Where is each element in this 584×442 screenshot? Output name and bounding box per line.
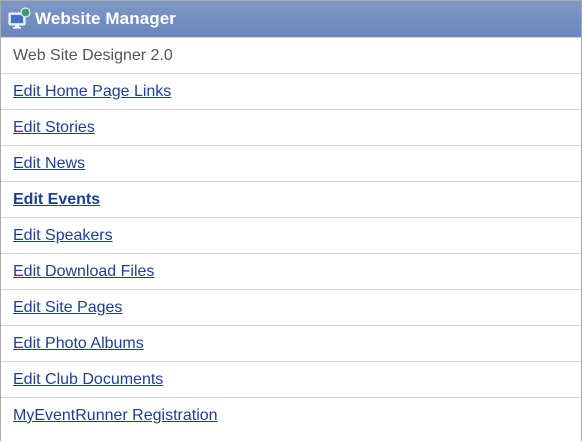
list-item: Edit Download Files [1,253,581,289]
list-item: Edit Club Documents [1,361,581,397]
myeventrunner-registration-link[interactable]: MyEventRunner Registration [13,407,218,425]
edit-club-documents-link[interactable]: Edit Club Documents [13,371,163,389]
list-item: Edit Home Page Links [1,73,581,109]
edit-photo-albums-link[interactable]: Edit Photo Albums [13,335,144,353]
list-item: MyEventRunner Registration [1,397,581,433]
edit-stories-link[interactable]: Edit Stories [13,119,95,137]
list-item: Edit Speakers [1,217,581,253]
list-item: Edit News [1,145,581,181]
list-item: Edit Photo Albums [1,325,581,361]
edit-events-link[interactable]: Edit Events [13,191,100,209]
panel-header: Website Manager [1,1,581,37]
panel-title: Website Manager [35,9,177,28]
list-item: Edit Site Pages [1,289,581,325]
list-item: Edit Stories [1,109,581,145]
edit-speakers-link[interactable]: Edit Speakers [13,227,113,245]
website-manager-panel: Website Manager Web Site Designer 2.0 Ed… [0,0,582,441]
edit-site-pages-link[interactable]: Edit Site Pages [13,299,122,317]
edit-home-page-links-link[interactable]: Edit Home Page Links [13,83,171,101]
edit-news-link[interactable]: Edit News [13,155,85,173]
subtitle-row: Web Site Designer 2.0 [1,37,581,73]
monitor-globe-icon [7,7,31,31]
edit-download-files-link[interactable]: Edit Download Files [13,263,154,281]
panel-subtitle: Web Site Designer 2.0 [13,46,173,64]
list-item: Edit Events [1,181,581,217]
